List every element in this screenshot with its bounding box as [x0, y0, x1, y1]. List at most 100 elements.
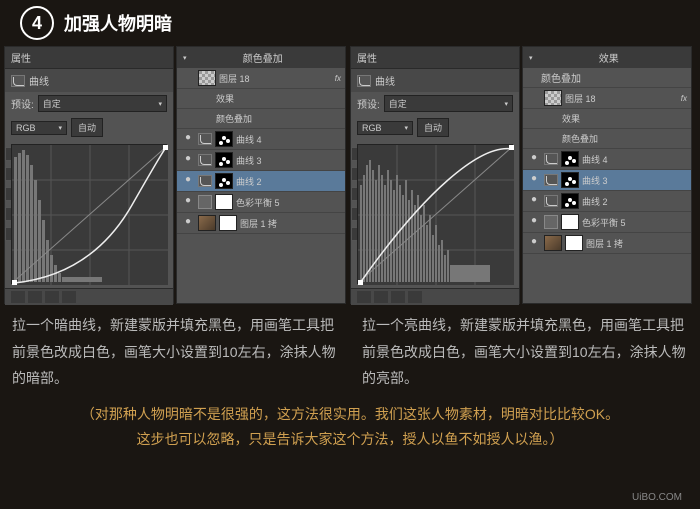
layer-name: 图层 1 拷 [586, 237, 687, 250]
visibility-icon[interactable]: ● [181, 132, 195, 146]
layer-thumbnail [198, 70, 216, 86]
layer-name: 颜色叠加 [562, 132, 687, 145]
visibility-icon[interactable]: ● [527, 173, 541, 187]
visibility-icon[interactable]: ● [181, 216, 195, 230]
layer-mask-thumbnail[interactable] [561, 172, 579, 188]
curves-graph-dark[interactable] [11, 144, 167, 284]
layer-row[interactable]: ● 图层 1 拷 [523, 233, 691, 254]
footer-note: （对那种人物明暗不是很强的，这方法很实用。我们这张人物素材，明暗对比比较OK。 … [0, 392, 700, 452]
channel-select[interactable]: RGB▾ [357, 121, 413, 135]
visibility-icon[interactable] [199, 92, 213, 106]
right-group: 属性 曲线 预设: 自定▾ RGB▾ 自动 [350, 46, 692, 304]
preset-label: 预设: [357, 96, 380, 111]
layer-row[interactable]: 图层 18fx [177, 68, 345, 89]
visibility-icon[interactable]: ● [527, 236, 541, 250]
curves-graph-bright[interactable] [357, 144, 513, 284]
channel-select[interactable]: RGB▾ [11, 121, 67, 135]
view-icon[interactable] [28, 291, 42, 303]
blend-mode[interactable]: 颜色叠加 [243, 50, 283, 65]
clip-icon[interactable] [11, 291, 25, 303]
auto-button[interactable]: 自动 [71, 118, 103, 137]
layer-row[interactable]: 颜色叠加 [177, 109, 345, 129]
auto-button[interactable]: 自动 [417, 118, 449, 137]
caption-right: 拉一个亮曲线，新建蒙版并填充黑色，用画笔工具把前景色改成白色，画笔大小设置到10… [350, 304, 700, 392]
layer-name: 颜色叠加 [216, 112, 341, 125]
reset-icon[interactable] [45, 291, 59, 303]
layer-name: 色彩平衡 5 [582, 216, 687, 229]
layer-row[interactable]: ● 曲线 4 [523, 149, 691, 170]
trash-icon[interactable] [408, 291, 422, 303]
curves-adjustment-icon [544, 153, 558, 165]
visibility-icon[interactable]: ● [527, 194, 541, 208]
step-number: 4 [20, 6, 54, 40]
layer-mask-thumbnail[interactable] [565, 235, 583, 251]
layer-row[interactable]: ● 曲线 2 [177, 171, 345, 192]
preset-select[interactable]: 自定▾ [38, 95, 167, 112]
caption-left: 拉一个暗曲线，新建蒙版并填充黑色，用画笔工具把前景色改成白色，画笔大小设置到10… [0, 304, 350, 392]
properties-panel-right: 属性 曲线 预设: 自定▾ RGB▾ 自动 [350, 46, 520, 304]
visibility-icon[interactable]: ● [181, 195, 195, 209]
visibility-icon[interactable] [545, 132, 559, 146]
layer-row[interactable]: 效果 [177, 89, 345, 109]
visibility-icon[interactable] [181, 71, 195, 85]
visibility-icon[interactable] [545, 112, 559, 126]
layer-mask-thumbnail[interactable] [215, 194, 233, 210]
curves-adjustment-icon [198, 154, 212, 166]
layer-row[interactable]: 图层 18fx [523, 88, 691, 109]
layer-name: 效果 [562, 112, 687, 125]
layer-row[interactable]: ●图层 1 拷 [177, 213, 345, 234]
step-title: 加强人物明暗 [64, 10, 172, 36]
visibility-icon[interactable] [199, 112, 213, 126]
trash-icon[interactable] [62, 291, 76, 303]
layer-name: 曲线 4 [236, 133, 341, 146]
layer-mask-thumbnail[interactable] [561, 214, 579, 230]
layer-name: 曲线 2 [236, 175, 341, 188]
reset-icon[interactable] [391, 291, 405, 303]
layer-mask-thumbnail[interactable] [215, 173, 233, 189]
preset-select[interactable]: 自定▾ [384, 95, 513, 112]
layers-panel-right: ▾效果 颜色叠加 图层 18fx效果颜色叠加●曲线 4●曲线 3●曲线 2●色彩… [522, 46, 692, 304]
layer-name: 图层 18 [219, 72, 332, 85]
visibility-icon[interactable]: ● [527, 152, 541, 166]
layer-mask-thumbnail[interactable] [561, 151, 579, 167]
layer-row[interactable]: ● 曲线 4 [177, 129, 345, 150]
layer-name: 曲线 4 [582, 153, 687, 166]
layer-row[interactable]: ● 色彩平衡 5 [177, 192, 345, 213]
curves-adjustment-icon [198, 133, 212, 145]
curves-adjustment-icon [198, 175, 212, 187]
layer-row[interactable]: 颜色叠加 [523, 129, 691, 149]
layer-mask-thumbnail[interactable] [561, 193, 579, 209]
layer-mask-thumbnail[interactable] [215, 152, 233, 168]
fx-badge[interactable]: fx [681, 94, 687, 103]
layer-name: 曲线 3 [582, 174, 687, 187]
clip-icon[interactable] [357, 291, 371, 303]
layer-row[interactable]: 效果 [523, 109, 691, 129]
panel-footer [5, 288, 173, 305]
layer-thumbnail [544, 235, 562, 251]
preset-label: 预设: [11, 96, 34, 111]
curves-adjustment-icon [544, 174, 558, 186]
curves-icon [357, 75, 371, 87]
curves-icon [11, 75, 25, 87]
properties-tab[interactable]: 属性 [351, 47, 519, 69]
visibility-icon[interactable]: ● [527, 215, 541, 229]
layer-row[interactable]: ● 曲线 3 [523, 170, 691, 191]
view-icon[interactable] [374, 291, 388, 303]
blend-mode[interactable]: 效果 [599, 50, 619, 65]
visibility-icon[interactable] [527, 91, 541, 105]
layer-row[interactable]: ●曲线 2 [523, 191, 691, 212]
layer-mask-thumbnail[interactable] [219, 215, 237, 231]
left-group: 属性 曲线 预设: 自定▾ RGB▾ 自动 [4, 46, 346, 304]
layer-name: 色彩平衡 5 [236, 196, 341, 209]
layer-mask-thumbnail[interactable] [215, 131, 233, 147]
layer-name: 效果 [216, 92, 341, 105]
color-balance-icon [544, 215, 558, 229]
visibility-icon[interactable]: ● [181, 153, 195, 167]
layer-row[interactable]: ● 色彩平衡 5 [523, 212, 691, 233]
fx-badge[interactable]: fx [335, 74, 341, 83]
properties-tab[interactable]: 属性 [5, 47, 173, 69]
panel-footer [351, 288, 519, 305]
visibility-icon[interactable]: ● [181, 174, 195, 188]
layer-row[interactable]: ●曲线 3 [177, 150, 345, 171]
color-balance-icon [198, 195, 212, 209]
